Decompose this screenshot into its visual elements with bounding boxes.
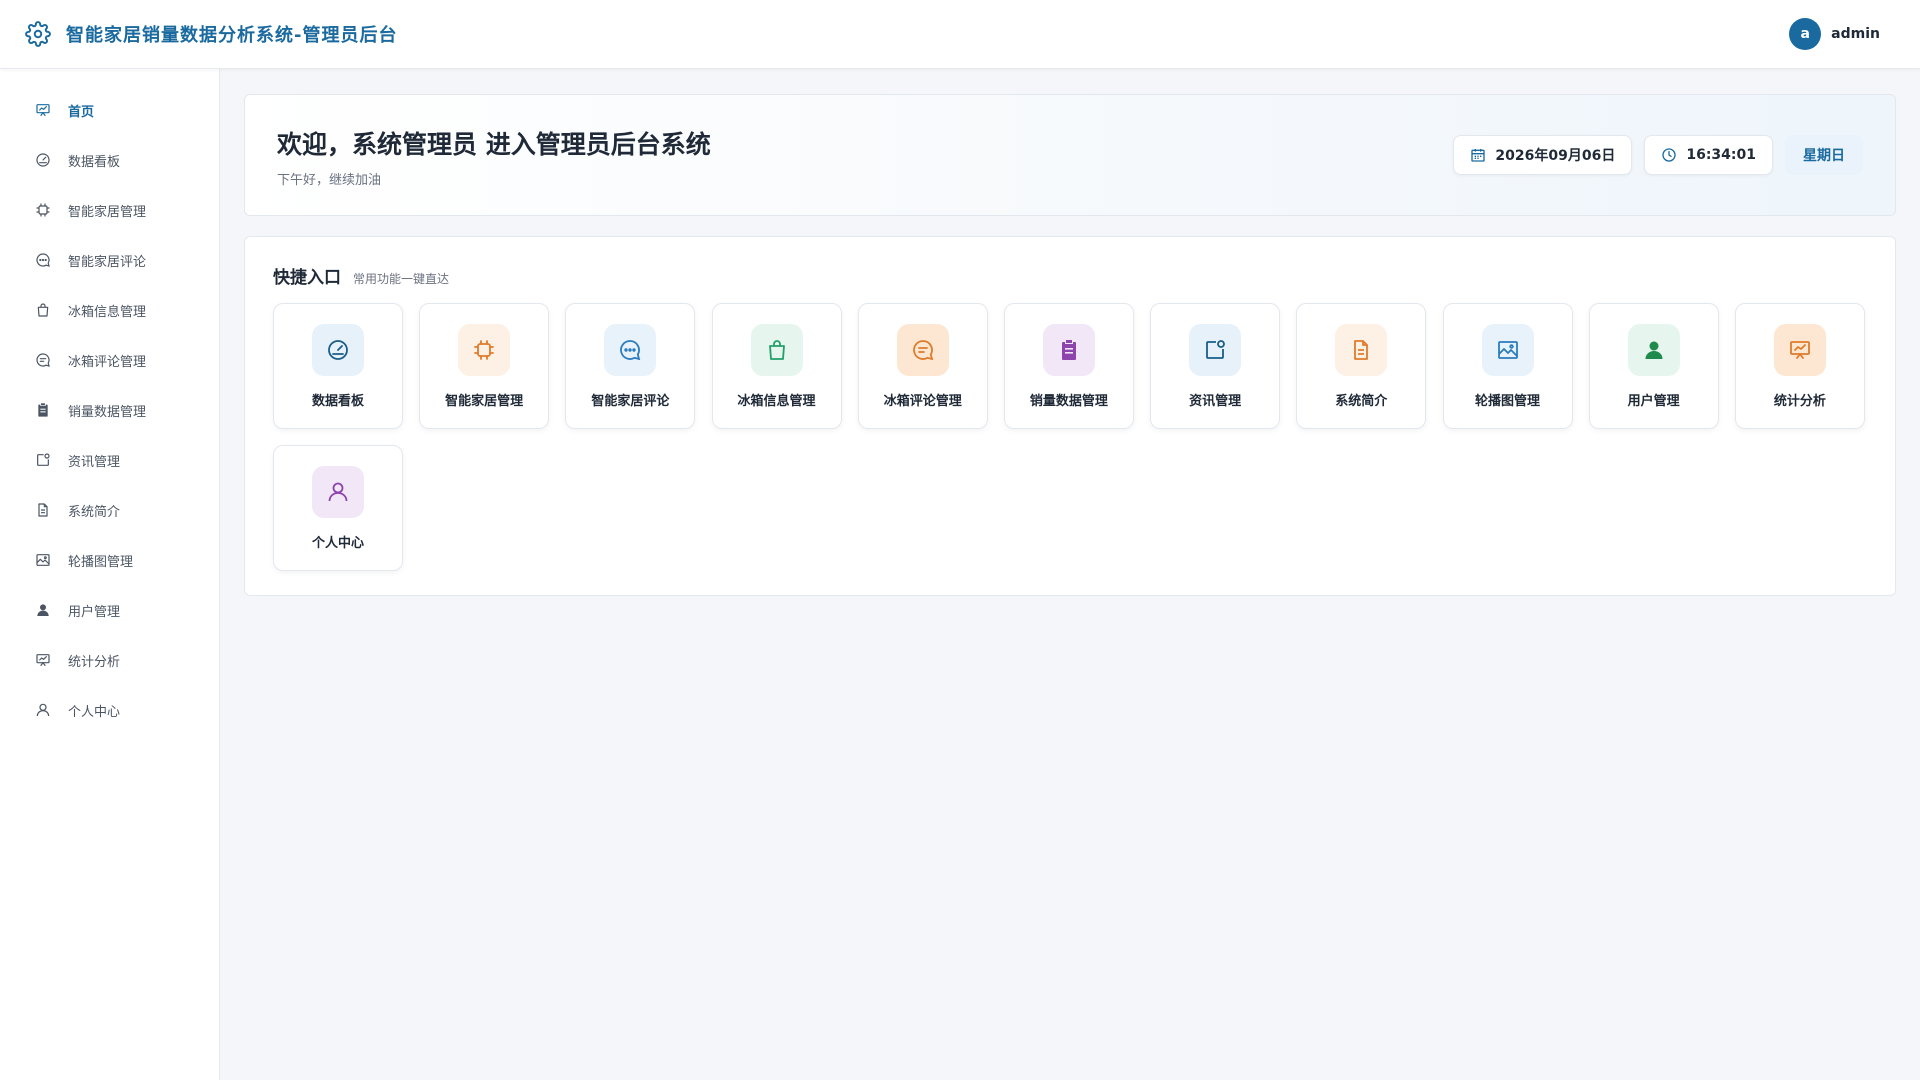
chat-lines-icon — [34, 351, 52, 369]
speedometer-icon — [312, 324, 364, 376]
document-icon — [34, 501, 52, 519]
sidebar-item-label: 系统简介 — [68, 504, 121, 520]
quick-tile-smart-home[interactable]: 智能家居管理 — [419, 303, 550, 429]
user-menu[interactable]: a admin — [1789, 18, 1896, 50]
user-filled-icon — [1627, 324, 1680, 376]
notification-icon — [34, 451, 52, 469]
quick-tile-statistics[interactable]: 统计分析 — [1734, 303, 1865, 429]
weekday-chip: 星期日 — [1785, 135, 1863, 175]
chip-icon — [34, 201, 52, 219]
date-chip: 2026年09月06日 — [1453, 135, 1633, 175]
chip-icon — [458, 324, 511, 376]
username[interactable]: admin — [1831, 26, 1880, 42]
quick-tile-users[interactable]: 用户管理 — [1588, 303, 1719, 429]
sidebar-item-label: 个人中心 — [68, 704, 121, 720]
presentation-icon — [1773, 324, 1826, 376]
welcome-banner: 欢迎，系统管理员 进入管理员后台系统 下午好，继续加油 2026年09月06日 … — [244, 94, 1896, 216]
sidebar-item-sales-data[interactable]: 销量数据管理 — [0, 385, 219, 435]
sidebar-item-label: 轮播图管理 — [68, 554, 134, 570]
document-icon — [1335, 324, 1388, 376]
chat-dots-icon — [604, 324, 657, 376]
chat-dots-icon — [34, 251, 52, 269]
sidebar-item-home[interactable]: 首页 — [0, 85, 219, 135]
image-icon — [34, 551, 52, 569]
datetime-chips: 2026年09月06日 16:34:01 星期日 — [1441, 135, 1863, 175]
tile-label: 轮播图管理 — [1474, 394, 1540, 409]
sidebar-item-label: 统计分析 — [68, 654, 121, 670]
tile-label: 系统简介 — [1335, 394, 1388, 409]
sidebar-item-carousel[interactable]: 轮播图管理 — [0, 535, 219, 585]
sidebar-item-label: 冰箱信息管理 — [68, 304, 147, 320]
sidebar-item-label: 用户管理 — [68, 604, 121, 620]
sidebar-item-dashboard[interactable]: 数据看板 — [0, 135, 219, 185]
sidebar: 首页 数据看板 智能家居管理 智能家居评论 冰箱信息管理 冰箱评论管理 销量数据… — [0, 69, 220, 1080]
clock-icon — [1661, 147, 1677, 163]
shopping-bag-icon — [34, 301, 52, 319]
tile-label: 冰箱评论管理 — [883, 394, 962, 409]
tile-label: 销量数据管理 — [1029, 394, 1108, 409]
sidebar-item-users[interactable]: 用户管理 — [0, 585, 219, 635]
weekday-text: 星期日 — [1803, 148, 1845, 164]
sidebar-item-label: 资讯管理 — [68, 454, 121, 470]
chat-lines-icon — [896, 324, 949, 376]
tile-label: 智能家居管理 — [445, 394, 524, 409]
sidebar-item-label: 冰箱评论管理 — [68, 354, 147, 370]
time-chip: 16:34:01 — [1644, 135, 1773, 175]
user-outline-icon — [312, 466, 364, 518]
avatar[interactable]: a — [1789, 18, 1822, 50]
quick-entry-header: 快捷入口 常用功能一键直达 — [273, 263, 449, 288]
sidebar-item-smart-home[interactable]: 智能家居管理 — [0, 185, 219, 235]
sidebar-item-label: 首页 — [68, 104, 95, 120]
sidebar-item-profile[interactable]: 个人中心 — [0, 685, 219, 735]
speedometer-icon — [34, 151, 52, 169]
tile-label: 智能家居评论 — [591, 394, 670, 409]
quick-tile-fridge-info[interactable]: 冰箱信息管理 — [711, 303, 842, 429]
sidebar-item-statistics[interactable]: 统计分析 — [0, 635, 219, 685]
clipboard-icon — [1042, 324, 1095, 376]
top-header: 智能家居销量数据分析系统-管理员后台 a admin — [0, 0, 1920, 69]
tile-label: 冰箱信息管理 — [737, 394, 816, 409]
sidebar-item-smart-home-comments[interactable]: 智能家居评论 — [0, 235, 219, 285]
tile-label: 统计分析 — [1773, 394, 1826, 409]
user-filled-icon — [34, 601, 52, 619]
sidebar-item-label: 数据看板 — [68, 154, 121, 170]
quick-tile-system-intro[interactable]: 系统简介 — [1296, 303, 1427, 429]
sidebar-item-news[interactable]: 资讯管理 — [0, 435, 219, 485]
welcome-subline: 下午好，继续加油 — [277, 173, 382, 188]
quick-entry-subtitle: 常用功能一键直达 — [353, 272, 450, 286]
quick-tile-carousel[interactable]: 轮播图管理 — [1442, 303, 1573, 429]
sidebar-item-label: 销量数据管理 — [68, 404, 147, 420]
quick-tile-dashboard[interactable]: 数据看板 — [273, 303, 403, 429]
sidebar-item-label: 智能家居评论 — [68, 254, 147, 270]
quick-tile-smart-home-comments[interactable]: 智能家居评论 — [565, 303, 696, 429]
tile-label: 个人中心 — [311, 536, 364, 551]
quick-entry-title: 快捷入口 — [273, 268, 341, 288]
sidebar-item-fridge-comments[interactable]: 冰箱评论管理 — [0, 335, 219, 385]
sidebar-item-label: 智能家居管理 — [68, 204, 147, 220]
tile-label: 用户管理 — [1627, 394, 1680, 409]
tile-label: 资讯管理 — [1189, 394, 1242, 409]
quick-entry-grid: 数据看板 智能家居管理 智能家居评论 冰箱信息管理 冰箱评论管理 销量数据管理 … — [273, 303, 1873, 571]
welcome-headline: 欢迎，系统管理员 进入管理员后台系统 — [277, 130, 711, 159]
calendar-icon — [1470, 147, 1486, 163]
time-text: 16:34:01 — [1686, 147, 1756, 163]
notification-icon — [1189, 324, 1242, 376]
app-title: 智能家居销量数据分析系统-管理员后台 — [66, 25, 398, 46]
tile-label: 数据看板 — [311, 394, 364, 409]
date-text: 2026年09月06日 — [1495, 148, 1616, 164]
shopping-bag-icon — [750, 324, 803, 376]
quick-tile-profile[interactable]: 个人中心 — [273, 445, 403, 571]
quick-tile-sales-data[interactable]: 销量数据管理 — [1003, 303, 1134, 429]
presentation-icon — [34, 101, 52, 119]
quick-entry-panel: 快捷入口 常用功能一键直达 数据看板 智能家居管理 智能家居评论 冰箱信息管理 … — [244, 236, 1896, 596]
sidebar-item-fridge-info[interactable]: 冰箱信息管理 — [0, 285, 219, 335]
gear-icon — [24, 20, 52, 48]
user-outline-icon — [34, 701, 52, 719]
presentation-icon — [34, 651, 52, 669]
quick-tile-news[interactable]: 资讯管理 — [1150, 303, 1281, 429]
clipboard-icon — [34, 401, 52, 419]
image-icon — [1481, 324, 1534, 376]
sidebar-item-system-intro[interactable]: 系统简介 — [0, 485, 219, 535]
quick-tile-fridge-comments[interactable]: 冰箱评论管理 — [857, 303, 988, 429]
